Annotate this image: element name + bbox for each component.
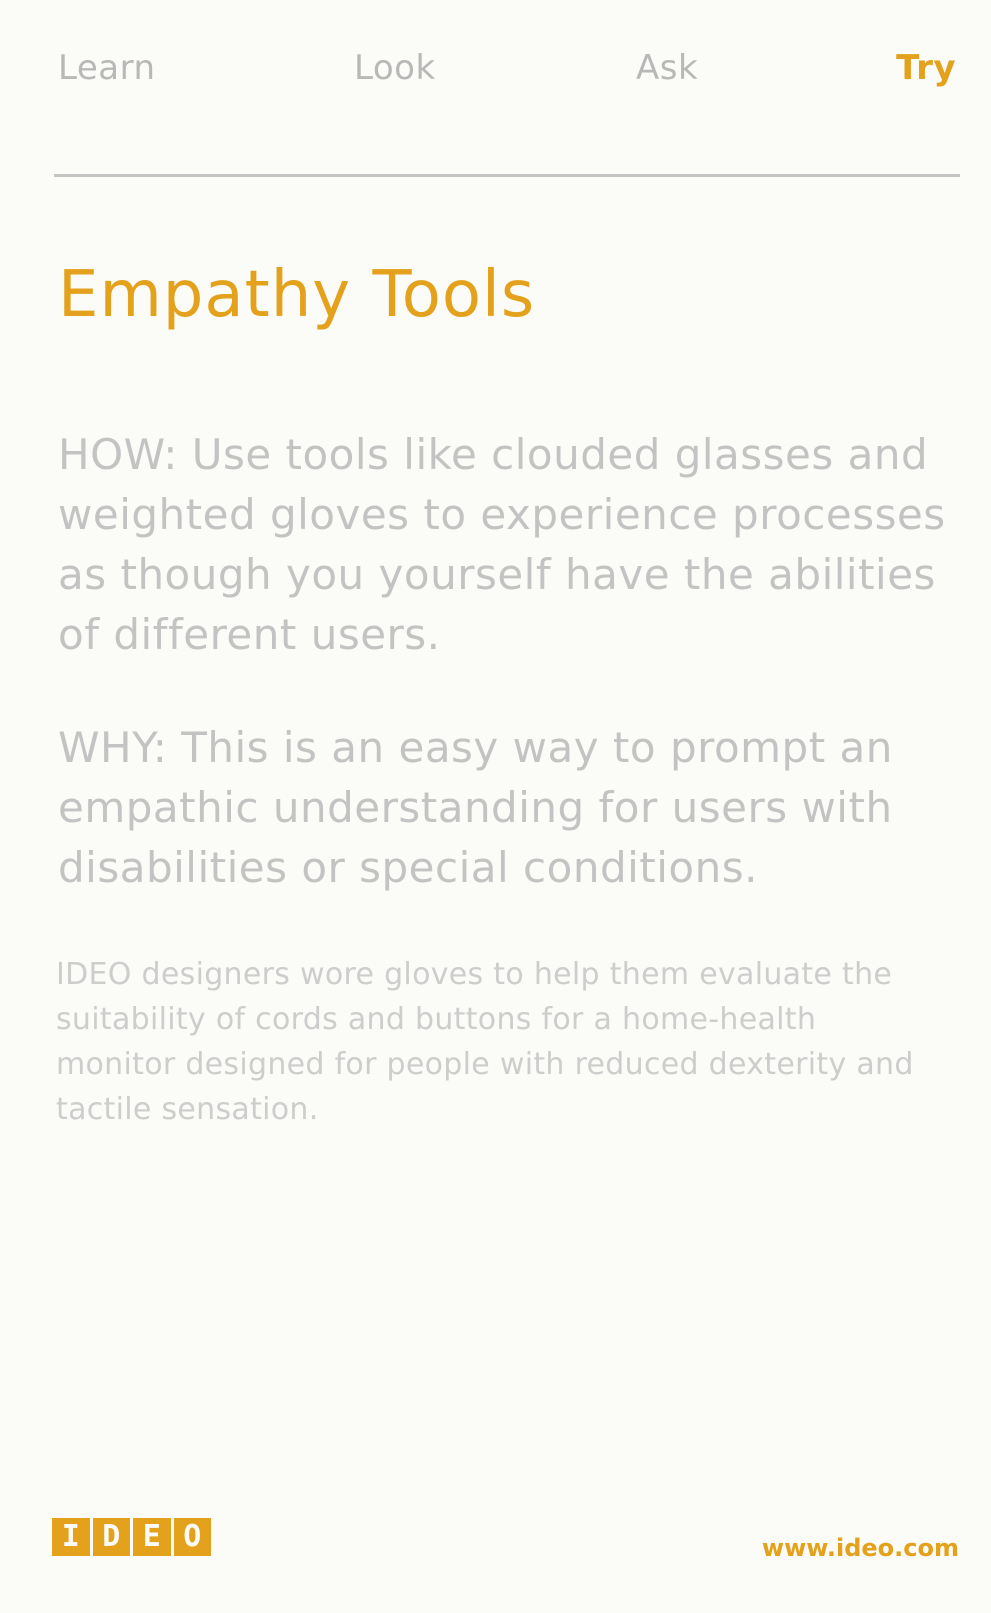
logo-letter-o: O: [173, 1518, 211, 1556]
how-paragraph: HOW: Use tools like clouded glasses and …: [58, 430, 946, 659]
ideo-logo: I D E O: [52, 1518, 214, 1562]
example-note: IDEO designers wore gloves to help them …: [56, 957, 914, 1127]
card-title: Empathy Tools: [58, 258, 536, 332]
website-link[interactable]: www.ideo.com: [762, 1534, 959, 1562]
nav-item-ask[interactable]: Ask: [636, 48, 698, 88]
logo-letter-e: E: [133, 1518, 171, 1556]
nav-item-try[interactable]: Try: [896, 48, 956, 88]
nav-item-look[interactable]: Look: [354, 48, 436, 88]
nav-item-learn[interactable]: Learn: [58, 48, 156, 88]
why-paragraph: WHY: This is an easy way to prompt an em…: [58, 723, 893, 892]
header-divider: [54, 174, 960, 177]
logo-letter-i: I: [52, 1518, 90, 1556]
logo-letter-d: D: [92, 1518, 130, 1556]
method-card: Learn Look Ask Try Empathy Tools HOW: Us…: [0, 0, 991, 1613]
category-nav: Learn Look Ask Try: [58, 48, 956, 98]
